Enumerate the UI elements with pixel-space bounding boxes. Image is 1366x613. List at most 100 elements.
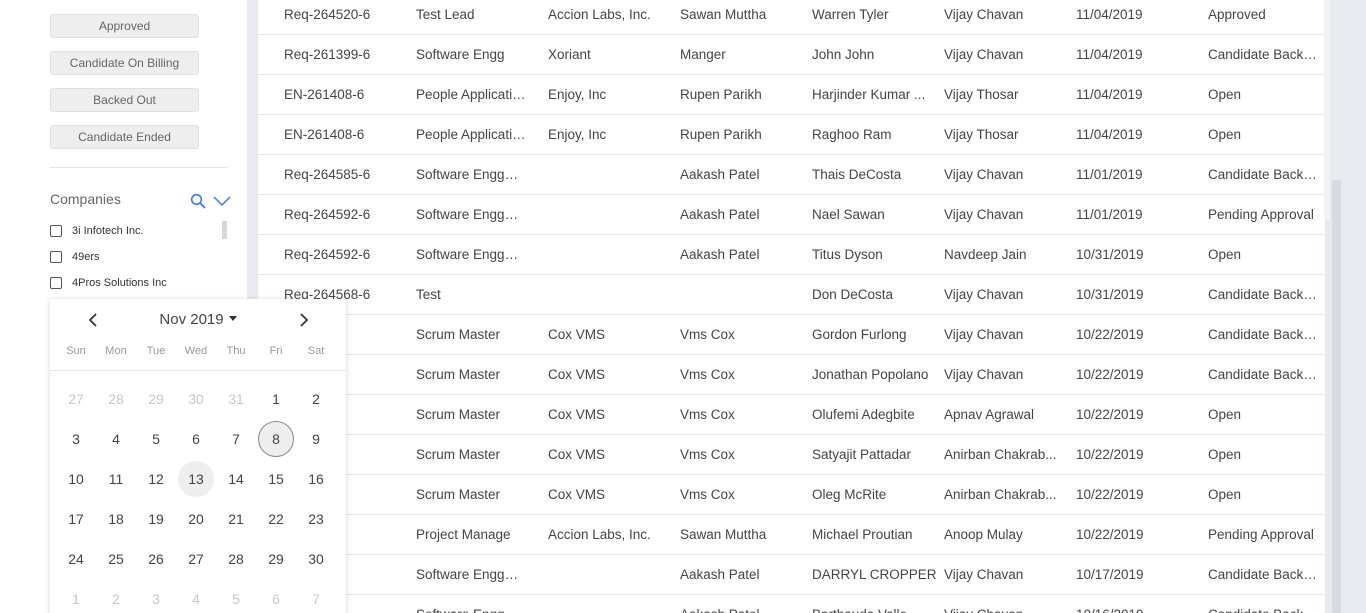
status-cell: Open xyxy=(1208,127,1242,142)
search-icon[interactable] xyxy=(190,193,206,209)
calendar-day[interactable]: 29 xyxy=(258,541,294,577)
calendar-day[interactable]: 5 xyxy=(138,421,174,457)
company-cell xyxy=(548,240,673,280)
date-cell: 10/22/2019 xyxy=(1076,487,1144,502)
status-filter-candidate-on-billing[interactable]: Candidate On Billing xyxy=(50,51,199,75)
status-filter-candidate-ended[interactable]: Candidate Ended xyxy=(50,125,199,149)
table-row[interactable]: ...12-6Scrum MasterCox VMSVms CoxJonatha… xyxy=(258,355,1325,395)
table-row[interactable]: Req-264592-6 Software EnggSo... Aakash Pat… xyxy=(258,235,1325,275)
caret-down-icon xyxy=(228,316,237,321)
status-cell: Candidate Backe... xyxy=(1208,47,1320,62)
recruiter-cell: Vijay Chavan xyxy=(944,367,1024,382)
calendar-day[interactable]: 26 xyxy=(138,541,174,577)
company-item[interactable]: 4Pros Solutions Inc xyxy=(50,275,167,291)
req-id-cell: EN-261408-6 xyxy=(284,87,365,102)
date-cell: 11/04/2019 xyxy=(1076,7,1143,22)
status-cell: Candidate Backe... xyxy=(1208,287,1320,302)
calendar-day[interactable]: 13 xyxy=(178,461,214,497)
calendar-day[interactable]: 3 xyxy=(58,421,94,457)
recruiter-cell: Anirban Chakrab... xyxy=(944,447,1057,462)
calendar-day[interactable]: 4 xyxy=(98,421,134,457)
company-cell xyxy=(548,560,673,600)
date-cell: 11/01/2019 xyxy=(1076,207,1143,222)
table-row[interactable]: Req-261399-6 Software Engg Xoriant Manger Jo… xyxy=(258,35,1325,75)
company-checkbox[interactable] xyxy=(50,251,62,263)
manager-cell: Sawan Muttha xyxy=(680,7,767,22)
calendar-day[interactable]: 21 xyxy=(218,501,254,537)
chevron-right-icon[interactable] xyxy=(297,312,311,328)
date-cell: 10/22/2019 xyxy=(1076,327,1144,342)
table-row[interactable]: Req-264585-6 Software EnggSo... Aakash Pat… xyxy=(258,155,1325,195)
manager-cell: Aakash Patel xyxy=(680,600,805,613)
candidate-cell: Harjinder Kumar ... xyxy=(812,87,926,102)
company-item[interactable]: 49ers xyxy=(50,249,100,265)
table-row[interactable]: EN-261408-6 People Applicatio... Enjoy, In… xyxy=(258,115,1325,155)
calendar-day[interactable]: 22 xyxy=(258,501,294,537)
calendar-day[interactable]: 8 xyxy=(258,421,294,457)
table-row[interactable]: ...51-6Software EnggSo...Aakash PatelDAR… xyxy=(258,555,1325,595)
company-label: 4Pros Solutions Inc xyxy=(72,277,167,289)
recruiter-cell: Vijay Chavan xyxy=(944,600,1064,613)
companies-scrollbar[interactable] xyxy=(222,221,227,239)
job-title-cell: Software EnggSo... xyxy=(416,247,526,262)
table-row[interactable]: ...12-6Scrum MasterCox VMSVms CoxOleg Mc… xyxy=(258,475,1325,515)
date-cell: 10/22/2019 xyxy=(1076,367,1144,382)
candidate-cell: Olufemi Adegbite xyxy=(812,407,915,422)
calendar-day[interactable]: 27 xyxy=(178,541,214,577)
calendar-day[interactable]: 2 xyxy=(298,381,334,417)
status-cell: Pending Approval xyxy=(1208,207,1314,222)
calendar-day[interactable]: 25 xyxy=(98,541,134,577)
company-checkbox[interactable] xyxy=(50,277,62,289)
calendar-day[interactable]: 17 xyxy=(58,501,94,537)
date-picker: Nov 2019 Sun Mon Tue Wed Thu Fri Sat 27 28 29 30 31… xyxy=(50,299,346,613)
calendar-day[interactable]: 28 xyxy=(218,541,254,577)
recruiter-cell: Anoop Mulay xyxy=(944,527,1023,542)
table-row[interactable]: ...12-6Scrum MasterCox VMSVms CoxGordon … xyxy=(258,315,1325,355)
company-item[interactable]: 3i Infotech Inc. xyxy=(50,223,144,239)
table-row[interactable]: ...12-6Scrum MasterCox VMSVms CoxSatyaji… xyxy=(258,435,1325,475)
calendar-day[interactable]: 19 xyxy=(138,501,174,537)
calendar-day[interactable]: 10 xyxy=(58,461,94,497)
calendar-day[interactable]: 20 xyxy=(178,501,214,537)
company-checkbox[interactable] xyxy=(50,225,62,237)
table-row[interactable]: ...12-6Scrum MasterCox VMSVms CoxOlufemi… xyxy=(258,395,1325,435)
date-cell: 10/16/2019 xyxy=(1076,600,1201,613)
manager-cell: Manger xyxy=(680,47,726,62)
status-filter-approved[interactable]: Approved xyxy=(50,14,199,38)
calendar-day[interactable]: 30 xyxy=(298,541,334,577)
calendar-day[interactable]: 9 xyxy=(298,421,334,457)
calendar-day[interactable]: 16 xyxy=(298,461,334,497)
table-row[interactable]: Req-264520-6 Test Lead Accion Labs, Inc. Sa… xyxy=(258,0,1325,35)
calendar-day[interactable]: 1 xyxy=(258,381,294,417)
table-row[interactable]: EN-261408-6 People Applicatio... Enjoy, In… xyxy=(258,75,1325,115)
date-cell: 10/22/2019 xyxy=(1076,407,1144,422)
company-cell: Enjoy, Inc xyxy=(548,127,607,142)
calendar-day[interactable]: 12 xyxy=(138,461,174,497)
table-row[interactable]: Req-264568-6 Test Don DeCosta Vijay Chavan 1… xyxy=(258,275,1325,315)
calendar-day[interactable]: 18 xyxy=(98,501,134,537)
calendar-day[interactable]: 14 xyxy=(218,461,254,497)
job-title-cell: Test Lead xyxy=(416,7,475,22)
table-row[interactable]: Req-264592-6 Software EnggSo... Aakash Pat… xyxy=(258,195,1325,235)
page-scrollbar-thumb[interactable] xyxy=(1332,180,1341,613)
chevron-down-icon[interactable] xyxy=(213,196,231,206)
calendar-day[interactable]: 15 xyxy=(258,461,294,497)
calendar-day[interactable]: 23 xyxy=(298,501,334,537)
calendar-day: 29 xyxy=(148,391,164,407)
table-row[interactable]: ...5-6Software EnggSo...Aakash PatelBart… xyxy=(258,595,1325,613)
manager-cell: Sawan Muttha xyxy=(680,527,767,542)
job-title-cell: Software EnggSo... xyxy=(416,600,526,613)
status-cell: Open xyxy=(1208,447,1242,462)
calendar-day[interactable]: 6 xyxy=(178,421,214,457)
calendar-day[interactable]: 7 xyxy=(218,421,254,457)
manager-cell: Vms Cox xyxy=(680,327,735,342)
status-filter-backed-out[interactable]: Backed Out xyxy=(50,88,199,112)
calendar-day[interactable]: 11 xyxy=(98,461,134,497)
table-row[interactable]: ...1-1Project ManageAccion Labs, Inc.Saw… xyxy=(258,515,1325,555)
calendar-day: 27 xyxy=(68,391,84,407)
recruiter-cell: Vijay Chavan xyxy=(944,567,1024,582)
calendar-day: 5 xyxy=(232,591,240,607)
candidate-cell: Satyajit Pattadar xyxy=(812,447,912,462)
calendar-day[interactable]: 24 xyxy=(58,541,94,577)
job-title-cell: People Applicatio... xyxy=(416,87,526,102)
